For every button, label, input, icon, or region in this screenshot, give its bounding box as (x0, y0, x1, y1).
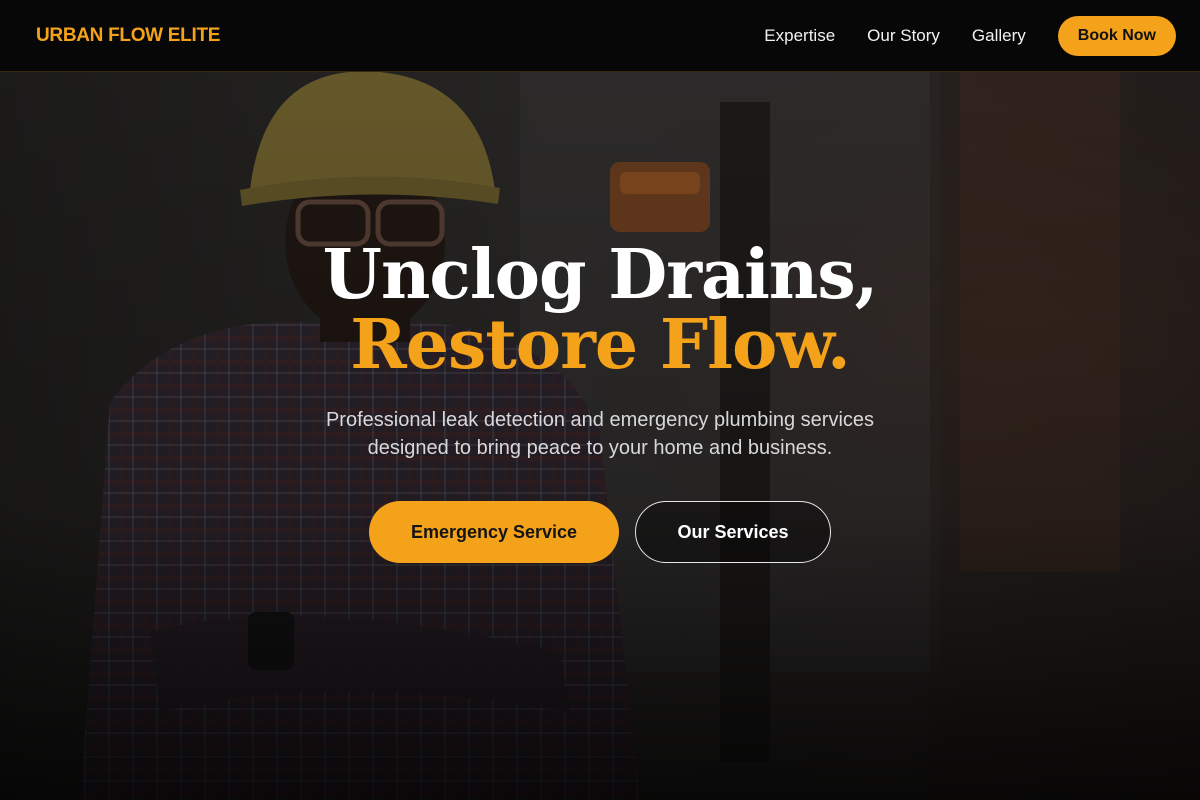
top-navbar: URBAN FLOW ELITE Expertise Our Story Gal… (0, 0, 1200, 72)
nav-link-expertise[interactable]: Expertise (764, 26, 835, 46)
nav-links: Expertise Our Story Gallery Book Now (764, 15, 1176, 56)
headline-line-2: Restore Flow. (350, 305, 850, 385)
emergency-service-button[interactable]: Emergency Service (369, 501, 619, 563)
hero-section: Unclog Drains, Restore Flow. Professiona… (0, 72, 1200, 800)
brand-logo-text[interactable]: URBAN FLOW ELITE (36, 25, 220, 47)
nav-link-our-story[interactable]: Our Story (867, 26, 940, 46)
hero-cta-row: Emergency Service Our Services (0, 501, 1200, 563)
headline-line-1: Unclog Drains, (322, 235, 879, 315)
hero-headline: Unclog Drains, Restore Flow. (0, 240, 1200, 380)
hero-content: Unclog Drains, Restore Flow. Professiona… (0, 72, 1200, 800)
hero-subtext: Professional leak detection and emergenc… (325, 409, 875, 459)
book-now-button[interactable]: Book Now (1057, 15, 1176, 56)
nav-link-gallery[interactable]: Gallery (972, 26, 1026, 46)
our-services-button[interactable]: Our Services (635, 501, 831, 563)
